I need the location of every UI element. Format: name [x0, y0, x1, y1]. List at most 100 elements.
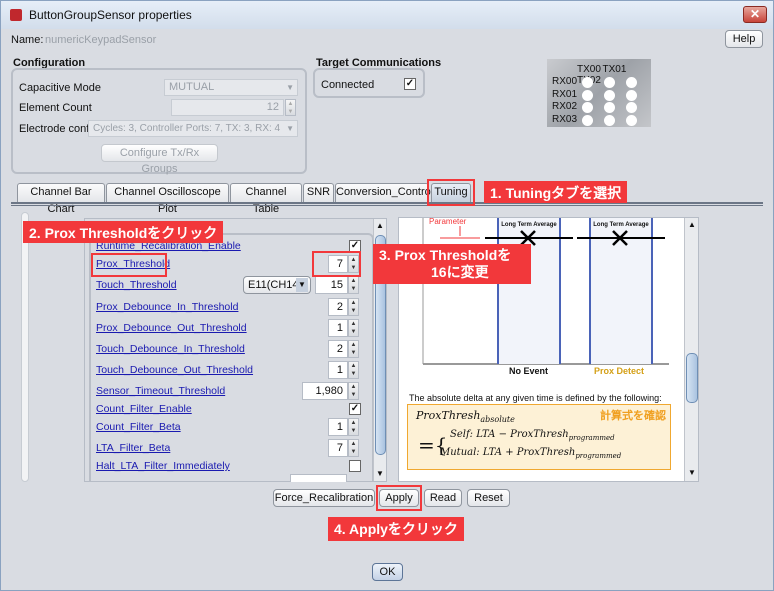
param-spinner[interactable]: ▲ ▼	[348, 340, 359, 358]
electrode-config-value: Cycles: 3, Controller Ports: 7, TX: 3, R…	[93, 123, 281, 134]
title-bar: ButtonGroupSensor properties ✕	[1, 1, 773, 29]
tab-channel-oscilloscope-plot[interactable]: Channel Oscilloscope Plot	[106, 183, 229, 215]
scroll-up-icon[interactable]: ▲	[376, 221, 384, 230]
tab-separator	[11, 202, 763, 206]
formula-mutual: Mutual: LTA + ProxThreshprogrammed	[440, 447, 621, 460]
connected-label: Connected	[321, 79, 375, 91]
param-link[interactable]: Prox_Debounce_In_Threshold	[96, 301, 238, 313]
callout-step3: 3. Prox Thresholdを 16に変更	[373, 244, 531, 284]
read-button[interactable]: Read	[424, 489, 462, 507]
param-spinner[interactable]: ▲ ▼	[348, 439, 359, 457]
param-checkbox[interactable]	[349, 460, 361, 472]
formula-sub: programmed	[575, 452, 622, 460]
tab-channel-bar-chart[interactable]: Channel Bar Chart	[17, 183, 105, 215]
param-link[interactable]: Halt_LTA_Filter_Immediately	[96, 460, 230, 472]
tuning-highlight	[427, 179, 475, 206]
scroll-down-icon[interactable]: ▼	[376, 469, 384, 478]
connected-checkbox[interactable]: ✓	[404, 78, 416, 90]
param-checkbox[interactable]: ✓	[349, 403, 361, 415]
param-link[interactable]: Count_Filter_Enable	[96, 403, 192, 415]
tab-snr[interactable]: SNR	[303, 183, 334, 202]
chevron-down-icon: ▼	[286, 83, 294, 92]
param-spinner[interactable]: ▲ ▼	[348, 382, 359, 400]
matrix-row: RX00	[552, 76, 578, 87]
scroll-down-icon[interactable]: ▼	[688, 468, 696, 477]
param-spinner[interactable]: ▲ ▼	[348, 418, 359, 436]
formula-self: Self: LTA − ProxThreshprogrammed	[450, 429, 615, 442]
callout-step3-line2: 16に変更	[431, 264, 489, 280]
formula-mutual-main: Mutual: LTA + ProxThresh	[440, 447, 576, 458]
matrix-rows: RX00 RX01 RX02 RX03	[552, 76, 577, 126]
param-value-field[interactable]: 1,980	[302, 382, 348, 400]
lta-label: Long Term Average	[593, 222, 649, 228]
help-button[interactable]: Help	[725, 30, 763, 48]
matrix-dot	[604, 77, 615, 88]
sensor-matrix: TX00 TX01 TX02 RX00RX01RX02RX03	[547, 59, 651, 127]
param-value-field[interactable]: 15	[315, 276, 348, 294]
chevron-down-icon: ▼	[286, 124, 294, 133]
element-count-field[interactable]: 12	[171, 99, 284, 116]
ok-button[interactable]: OK	[372, 563, 403, 581]
name-label: Name:	[11, 34, 44, 46]
capacitive-mode-select[interactable]: MUTUAL ▼	[164, 79, 298, 96]
param-link[interactable]: Touch_Debounce_Out_Threshold	[96, 364, 253, 376]
matrix-dot	[604, 114, 615, 126]
param-value-field[interactable]: 1	[328, 319, 348, 337]
close-button[interactable]: ✕	[743, 6, 767, 23]
channel-select[interactable]: E11(CH14) ▼	[243, 276, 311, 294]
formula-sub: programmed	[568, 434, 615, 442]
prox-threshold-highlight	[91, 253, 167, 277]
param-value-field[interactable]: 1	[328, 418, 348, 436]
partial-field[interactable]	[290, 474, 347, 482]
matrix-dot	[582, 102, 593, 113]
matrix-dot	[626, 102, 637, 113]
force-recalibration-button[interactable]: Force_Recalibration	[273, 489, 375, 507]
param-value-field[interactable]: 7	[328, 439, 348, 457]
param-value-field[interactable]: 2	[328, 298, 348, 316]
apply-highlight	[376, 485, 422, 511]
matrix-dot	[582, 114, 593, 126]
element-count-spinner[interactable]: ▲ ▼	[285, 99, 296, 116]
tab-channel-table[interactable]: Channel Table	[230, 183, 302, 215]
configure-txrx-button[interactable]: Configure Tx/Rx Groups	[101, 144, 218, 175]
formula-self-main: Self: LTA − ProxThresh	[450, 429, 569, 440]
channel-value: E11(CH14)	[248, 279, 303, 291]
param-link[interactable]: Prox_Debounce_Out_Threshold	[96, 322, 247, 334]
tab-conversion-control[interactable]: Conversion_Control	[335, 183, 433, 202]
name-field[interactable]: numericKeypadSensor	[45, 34, 156, 46]
scroll-up-icon[interactable]: ▲	[688, 220, 696, 229]
reset-button[interactable]: Reset	[467, 489, 510, 507]
param-link[interactable]: Touch_Threshold	[96, 279, 177, 291]
param-spinner[interactable]: ▲ ▼	[348, 276, 359, 294]
matrix-row: RX02	[552, 101, 578, 112]
matrix-column: TX01	[602, 64, 627, 75]
matrix-dot	[604, 89, 615, 101]
param-link[interactable]: LTA_Filter_Beta	[96, 442, 170, 454]
param-spinner[interactable]: ▲ ▼	[348, 298, 359, 316]
capacitive-mode-label: Capacitive Mode	[19, 82, 101, 94]
lta-label: Long Term Average	[501, 222, 557, 228]
electrode-config-label: Electrode config	[19, 123, 98, 135]
capacitive-mode-value: MUTUAL	[169, 81, 215, 93]
formula-lhs-main: ProxThresh	[416, 409, 481, 422]
formula-box: ProxThreshabsolute 計算式を確認 ={ Self: LTA −…	[407, 404, 671, 470]
callout-step1: 1. Tuningタブを選択	[484, 181, 628, 203]
chevron-down-icon: ▼	[296, 278, 308, 292]
properties-window: ButtonGroupSensor properties ✕ Name: num…	[0, 0, 774, 591]
electrode-config-select[interactable]: Cycles: 3, Controller Ports: 7, TX: 3, R…	[88, 120, 298, 137]
param-link[interactable]: Touch_Debounce_In_Threshold	[96, 343, 245, 355]
callout-step3-line1: 3. Prox Thresholdを	[379, 247, 512, 263]
callout-step2: 2. Prox Thresholdをクリック	[23, 221, 224, 243]
diagram-scrollbar[interactable]: ▲ ▼	[684, 218, 698, 481]
param-link[interactable]: Count_Filter_Beta	[96, 421, 181, 433]
split-handle[interactable]	[21, 212, 29, 482]
formula-lhs-sub: absolute	[480, 415, 515, 425]
param-value-field[interactable]: 1	[328, 361, 348, 379]
param-value-field[interactable]: 2	[328, 340, 348, 358]
matrix-dot	[582, 89, 593, 101]
param-spinner[interactable]: ▲ ▼	[348, 361, 359, 379]
param-link[interactable]: Sensor_Timeout_Threshold	[96, 385, 225, 397]
scroll-thumb[interactable]	[686, 353, 698, 403]
matrix-dot	[604, 102, 615, 113]
param-spinner[interactable]: ▲ ▼	[348, 319, 359, 337]
